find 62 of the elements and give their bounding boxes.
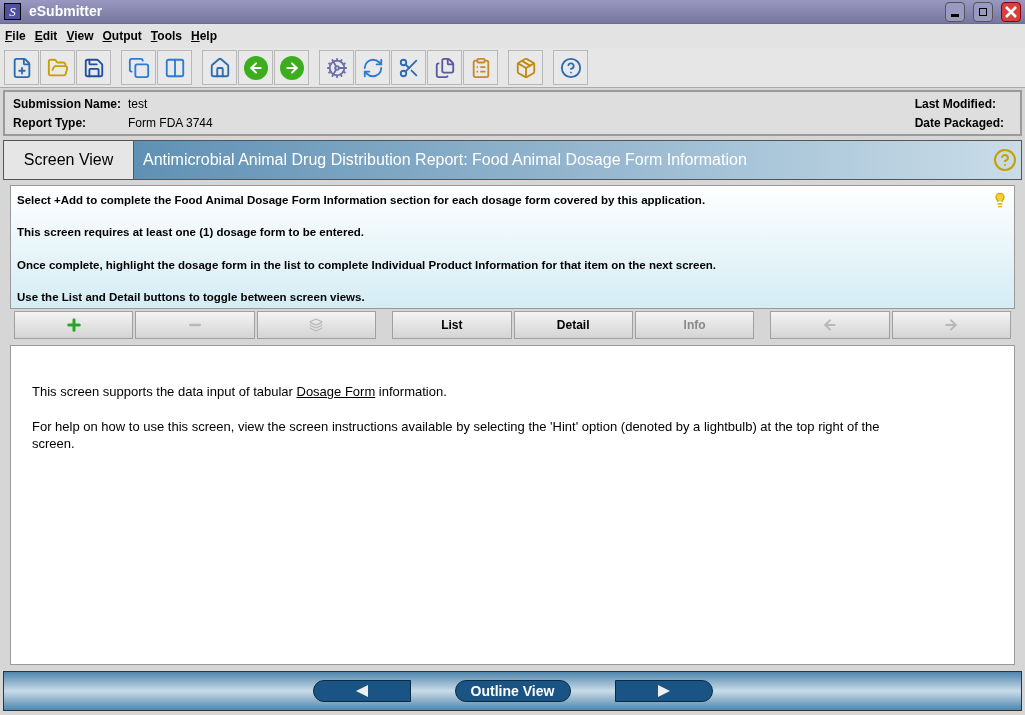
copy-icon [433, 56, 456, 79]
home-icon [208, 56, 231, 79]
app-logo-icon: S [4, 3, 21, 20]
plus-icon [64, 316, 83, 334]
folder-icon [46, 56, 69, 79]
hint-text: Use the List and Detail buttons to toggle between screen views. [17, 289, 366, 305]
field-value: Form FDA 3744 [128, 114, 214, 132]
screen-view-label: Screen View [4, 141, 134, 179]
forward-icon [279, 55, 304, 80]
scissors-icon [397, 56, 420, 79]
menu-item[interactable]: Edit [34, 27, 58, 45]
menu-item[interactable]: View [66, 27, 94, 45]
previous-button[interactable] [312, 680, 411, 702]
screen-title: Antimicrobial Animal Drug Distribution Report: Food Animal Dosage Form Information [142, 150, 748, 170]
lightbulb-icon[interactable] [992, 192, 1008, 208]
back-icon [243, 55, 268, 80]
menu-item[interactable]: Tools [150, 27, 182, 45]
hint-text: This screen requires at least one (1) dosage form to be entered. [17, 225, 366, 241]
menu-item[interactable]: Help [190, 27, 217, 45]
toolbar-button[interactable] [391, 50, 426, 85]
add-button[interactable] [14, 311, 134, 339]
dosage-form-link[interactable]: Dosage Form [296, 384, 376, 399]
toolbar-button[interactable] [121, 50, 156, 85]
outline-view-button[interactable]: Outline View [454, 680, 571, 702]
field-label: Report Type: [13, 114, 88, 132]
menu-item[interactable]: Output [102, 27, 142, 45]
hint-text: Once complete, highlight the dosage form in the list to complete Individual Product Information for that item on the next screen. [17, 257, 717, 273]
toolbar-button[interactable] [427, 50, 462, 85]
windows-icon [127, 56, 150, 79]
hint-text: Select +Add to complete the Food Animal Dosage Form Information section for each dosage form covered by this application. [17, 193, 707, 208]
help-text: For help on how to use this screen, view the screen instructions available by selecting the 'Hint' option (denoted by a lightbulb) at the top right of the screen. [32, 417, 881, 452]
left-triangle-icon [354, 684, 369, 698]
toolbar-button[interactable] [202, 50, 237, 85]
close-button[interactable] [1001, 1, 1021, 22]
window-title: eSubmitter [29, 2, 104, 21]
toolbar-button[interactable] [355, 50, 390, 85]
settings-icon [325, 56, 348, 79]
action-button[interactable]: Detail [513, 311, 633, 339]
toolbar-button[interactable] [157, 50, 192, 85]
split-view-icon [163, 56, 186, 79]
next-button[interactable] [614, 680, 713, 702]
toolbar-button[interactable] [4, 50, 39, 85]
field-label: Submission Name: [13, 95, 123, 113]
refresh-icon [361, 56, 384, 79]
toolbar-button[interactable] [76, 50, 111, 85]
menu-item[interactable]: File [5, 27, 26, 45]
action-button[interactable]: List [392, 311, 512, 339]
toolbar-button[interactable] [553, 50, 588, 85]
toolbar-button[interactable] [319, 50, 354, 85]
intro-text: This screen supports the data input of tabular Dosage Form information. [32, 383, 448, 401]
restore-button[interactable] [973, 1, 993, 22]
toolbar-button[interactable] [274, 50, 309, 85]
help-icon [559, 56, 582, 79]
field-label: Date Packaged: [914, 114, 1004, 132]
toolbar-button[interactable] [238, 50, 273, 85]
duplicate-icon [309, 318, 324, 332]
field-label: Last Modified: [914, 95, 997, 113]
minimize-button[interactable] [945, 1, 965, 22]
package-icon [514, 56, 537, 79]
field-value: test [128, 95, 149, 113]
right-triangle-icon [656, 684, 671, 698]
save-icon [82, 56, 105, 79]
